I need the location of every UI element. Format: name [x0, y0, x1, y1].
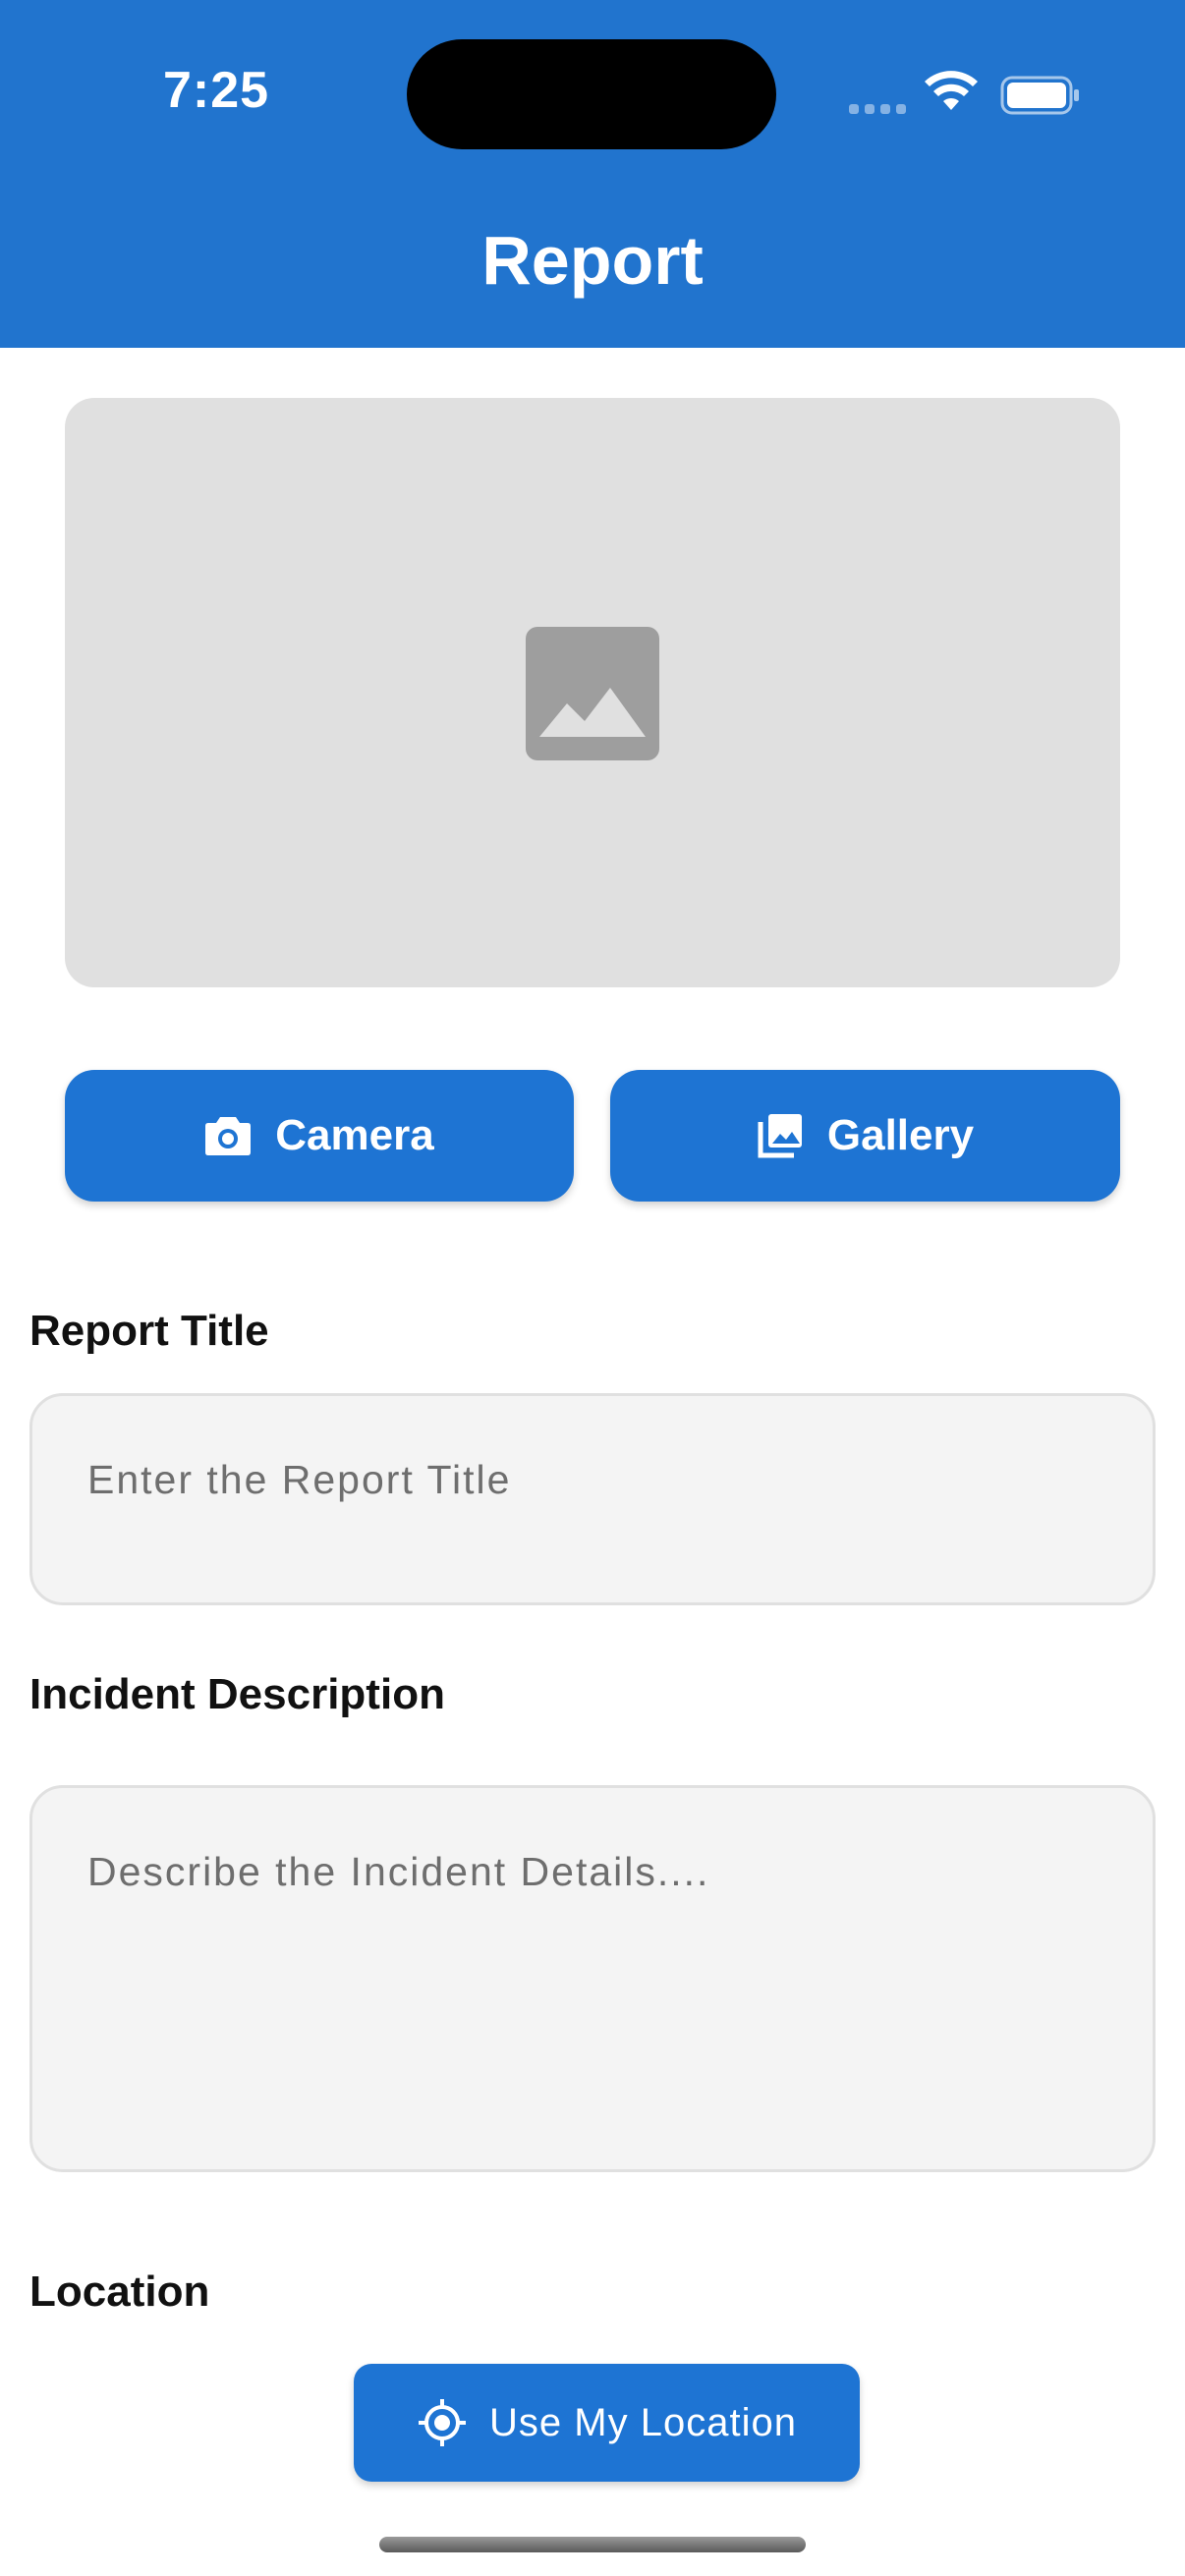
incident-description-label: Incident Description [29, 1670, 445, 1718]
home-indicator[interactable] [379, 2537, 806, 2552]
my-location-icon [419, 2399, 467, 2446]
incident-description-placeholder: Describe the Incident Details.... [87, 1849, 710, 1894]
camera-button[interactable]: Camera [65, 1070, 574, 1202]
gallery-icon [758, 1114, 802, 1158]
location-label: Location [29, 2268, 210, 2316]
use-my-location-button[interactable]: Use My Location [354, 2364, 860, 2482]
dynamic-island [407, 39, 776, 149]
report-title-placeholder: Enter the Report Title [87, 1457, 512, 1502]
report-title-label: Report Title [29, 1307, 269, 1355]
status-time: 7:25 [162, 62, 270, 119]
app-header: 7:25 Report [0, 0, 1185, 348]
use-my-location-label: Use My Location [489, 2400, 797, 2444]
gallery-button-label: Gallery [826, 1111, 975, 1159]
image-placeholder-icon [526, 627, 659, 760]
image-preview-area [65, 398, 1120, 987]
camera-button-label: Camera [275, 1111, 434, 1159]
camera-icon [205, 1117, 252, 1155]
page-title: Report [481, 222, 704, 299]
cellular-signal-icon [849, 104, 906, 114]
gallery-button[interactable]: Gallery [610, 1070, 1120, 1202]
report-title-input[interactable]: Enter the Report Title [29, 1393, 1156, 1605]
incident-description-input[interactable]: Describe the Incident Details.... [29, 1785, 1156, 2172]
wifi-icon [925, 71, 978, 110]
battery-icon [1000, 76, 1079, 115]
